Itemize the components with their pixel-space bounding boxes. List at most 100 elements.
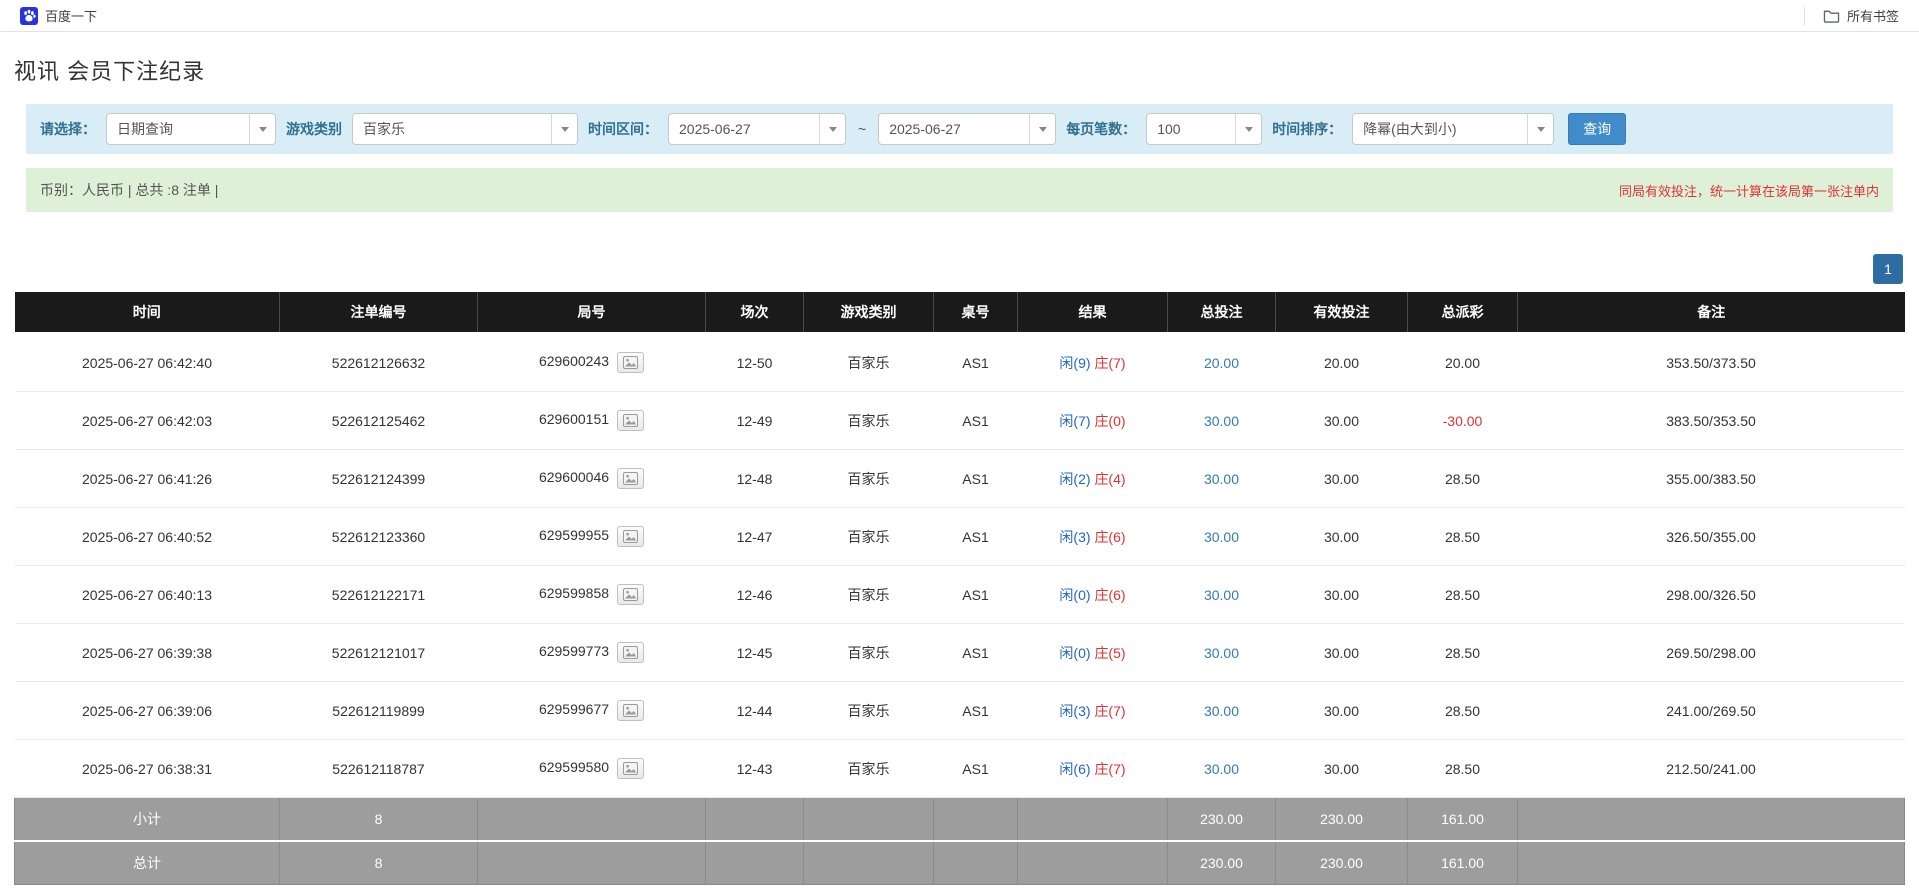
cell-valid-bet: 30.00 (1275, 681, 1408, 740)
cell-session: 12-46 (705, 565, 804, 624)
chevron-down-icon (249, 114, 275, 144)
table-header-row: 时间 注单编号 局号 场次 游戏类别 桌号 结果 总投注 有效投注 总派彩 备注 (14, 292, 1905, 334)
all-bookmarks-button[interactable]: 所有书签 (1817, 3, 1905, 28)
result-player: 闲(2) (1059, 470, 1091, 487)
cell-game-type: 百家乐 (803, 623, 934, 682)
round-replay-button[interactable] (617, 700, 645, 721)
subtotal-row: 小计 8 230.00 230.00 161.00 (14, 797, 1905, 842)
video-replay-icon (623, 762, 639, 775)
total-empty-cell (477, 840, 706, 885)
result-banker: 庄(6) (1094, 528, 1126, 545)
cell-session: 12-50 (705, 333, 804, 392)
header-session: 场次 (705, 292, 804, 334)
query-type-select[interactable]: 日期查询 (106, 113, 276, 145)
result-player: 闲(0) (1059, 586, 1091, 603)
total-bet-link[interactable]: 30.00 (1204, 529, 1239, 545)
folder-icon (1823, 8, 1840, 23)
total-bet-link[interactable]: 30.00 (1204, 703, 1239, 719)
cell-total-bet: 30.00 (1167, 681, 1276, 740)
cell-valid-bet: 30.00 (1275, 391, 1408, 450)
cell-time: 2025-06-27 06:40:52 (14, 507, 280, 566)
table-row: 2025-06-27 06:39:38 522612121017 629599773… (14, 623, 1905, 682)
result-banker: 庄(7) (1094, 354, 1126, 371)
total-empty-cell (1017, 840, 1168, 885)
total-empty-cell (1517, 840, 1905, 885)
cell-table-no: AS1 (933, 681, 1018, 740)
total-total-bet: 230.00 (1167, 840, 1276, 885)
cell-round-id: 629599580 (477, 739, 706, 798)
round-replay-button[interactable] (617, 410, 645, 431)
cell-round-id: 629600243 (477, 333, 706, 392)
total-bet-link[interactable]: 30.00 (1204, 645, 1239, 661)
date-to-value: 2025-06-27 (889, 121, 961, 137)
game-type-label: 游戏类别 (286, 121, 342, 137)
round-id-text: 629599677 (538, 701, 610, 718)
subtotal-valid-bet: 230.00 (1275, 797, 1408, 842)
cell-session: 12-48 (705, 449, 804, 508)
date-to-select[interactable]: 2025-06-27 (878, 113, 1057, 145)
total-bet-link[interactable]: 30.00 (1204, 761, 1239, 777)
cell-total-bet: 20.00 (1167, 333, 1276, 392)
cell-round-id: 629599858 (477, 565, 706, 624)
round-replay-button[interactable] (617, 468, 645, 489)
cell-payout: 28.50 (1407, 623, 1518, 682)
pagination: 1 (16, 254, 1903, 284)
query-type-select-value: 日期查询 (117, 121, 173, 137)
total-bet-link[interactable]: 30.00 (1204, 587, 1239, 603)
cell-time: 2025-06-27 06:42:03 (14, 391, 280, 450)
page-size-value: 100 (1157, 121, 1181, 137)
search-button[interactable]: 查询 (1568, 113, 1627, 145)
cell-game-type: 百家乐 (803, 739, 934, 798)
cell-session: 12-43 (705, 739, 804, 798)
cell-result: 闲(0) 庄(5) (1017, 623, 1168, 682)
table-body: 2025-06-27 06:42:40 522612126632 629600243… (14, 333, 1905, 798)
video-replay-icon (623, 588, 639, 601)
table-row: 2025-06-27 06:42:03 522612125462 629600151… (14, 391, 1905, 450)
round-id-text: 629599858 (538, 585, 610, 602)
header-time: 时间 (14, 292, 280, 334)
sort-order-select[interactable]: 降幂(由大到小) (1352, 113, 1555, 145)
subtotal-empty-cell (933, 797, 1018, 842)
round-replay-button[interactable] (617, 584, 645, 605)
total-empty-cell (933, 840, 1018, 885)
total-empty-cell (803, 840, 934, 885)
same-round-notice: 同局有效投注，统一计算在该局第一张注单内 (1618, 183, 1879, 199)
round-replay-button[interactable] (617, 352, 645, 373)
total-bet-link[interactable]: 30.00 (1204, 413, 1239, 429)
subtotal-empty-cell (803, 797, 934, 842)
table-row: 2025-06-27 06:38:31 522612118787 629599580… (14, 739, 1905, 798)
round-replay-button[interactable] (617, 642, 645, 663)
cell-game-type: 百家乐 (803, 681, 934, 740)
round-replay-button[interactable] (617, 526, 645, 547)
baidu-favicon-icon (20, 6, 38, 25)
cell-total-bet: 30.00 (1167, 739, 1276, 798)
table-row: 2025-06-27 06:40:13 522612122171 629599858… (14, 565, 1905, 624)
bookmark-baidu[interactable]: 百度一下 (14, 3, 103, 28)
cell-total-bet: 30.00 (1167, 507, 1276, 566)
result-player: 闲(6) (1059, 760, 1091, 777)
total-empty-cell (705, 840, 804, 885)
page-size-select[interactable]: 100 (1146, 113, 1263, 145)
video-replay-icon (623, 414, 639, 427)
chevron-down-icon (1527, 114, 1554, 144)
video-replay-icon (623, 356, 639, 369)
date-from-select[interactable]: 2025-06-27 (668, 113, 846, 145)
header-table-no: 桌号 (933, 292, 1018, 334)
round-replay-button[interactable] (617, 758, 645, 779)
cell-payout: 28.50 (1407, 739, 1518, 798)
pagination-page-1-button[interactable]: 1 (1873, 254, 1903, 284)
cell-session: 12-45 (705, 623, 804, 682)
cell-round-id: 629599677 (477, 681, 706, 740)
video-replay-icon (623, 472, 639, 485)
total-bet-link[interactable]: 30.00 (1204, 471, 1239, 487)
round-id-text: 629600243 (538, 353, 610, 370)
cell-game-type: 百家乐 (803, 449, 934, 508)
header-bet-id: 注单编号 (279, 292, 478, 334)
header-round-id: 局号 (477, 292, 706, 334)
cell-game-type: 百家乐 (803, 333, 934, 392)
result-banker: 庄(7) (1094, 760, 1126, 777)
total-bet-link[interactable]: 20.00 (1204, 355, 1239, 371)
game-type-select[interactable]: 百家乐 (352, 113, 578, 145)
cell-result: 闲(9) 庄(7) (1017, 333, 1168, 392)
result-banker: 庄(4) (1094, 470, 1126, 487)
